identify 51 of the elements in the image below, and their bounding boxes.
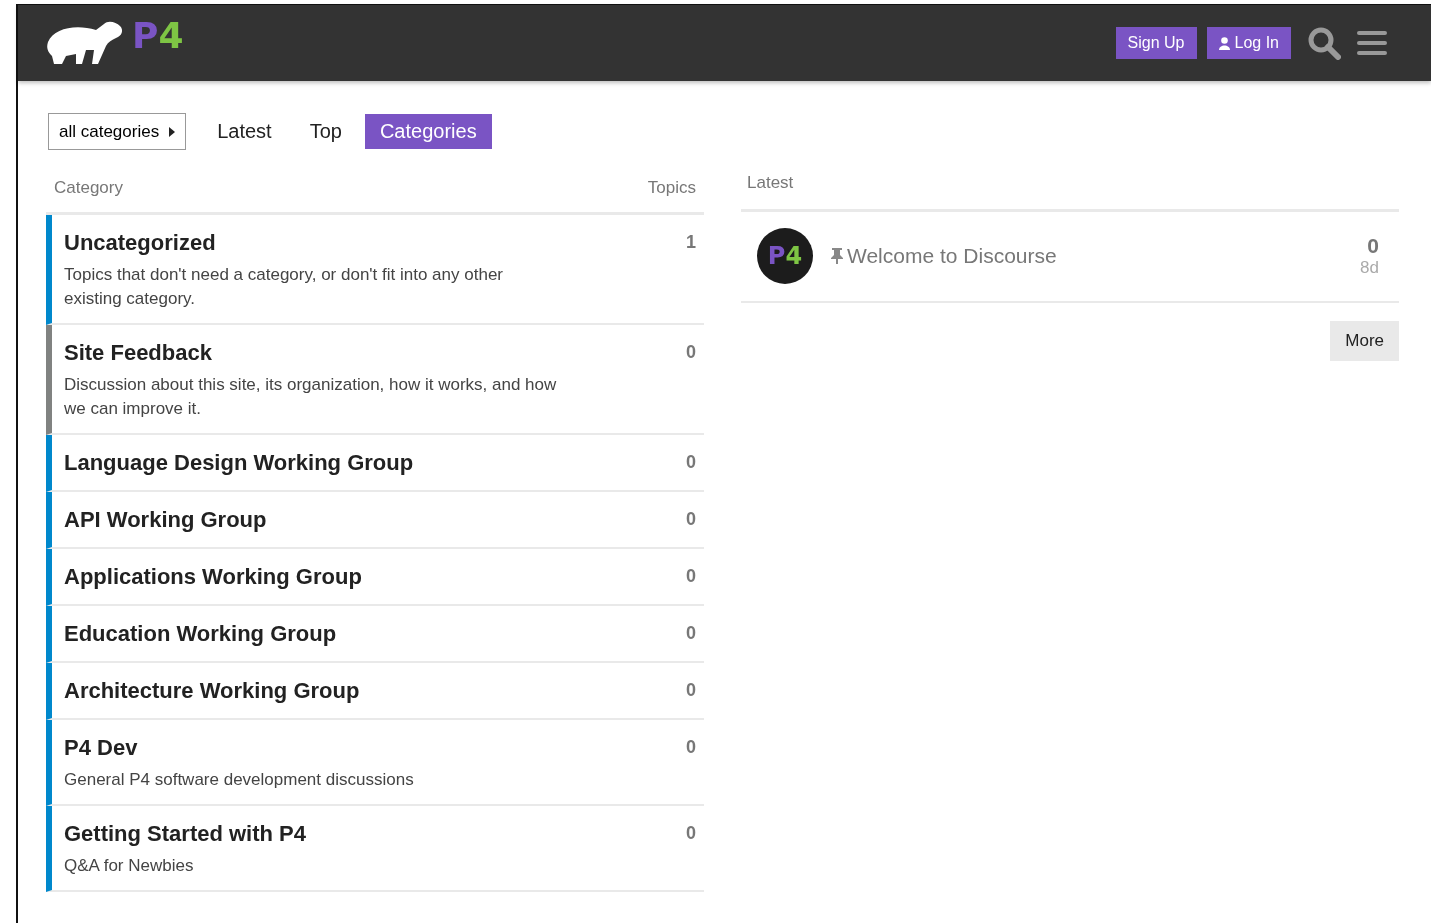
search-icon[interactable] xyxy=(1307,26,1341,60)
topic-count: 0 xyxy=(686,451,696,474)
category-row[interactable]: Architecture Working Group 0 xyxy=(46,663,704,720)
category-description: Q&A for Newbies xyxy=(64,855,195,877)
user-icon xyxy=(1218,36,1230,50)
topic-count: 0 xyxy=(686,341,696,364)
category-name[interactable]: Architecture Working Group xyxy=(64,676,360,705)
category-row[interactable]: Uncategorized Topics that don't need a category, or don't fit into any other existing category. 1 xyxy=(46,215,704,325)
column-header: Latest xyxy=(747,173,794,192)
topic-count: 0 xyxy=(686,679,696,702)
topic-count: 0 xyxy=(686,622,696,645)
column-header: Category xyxy=(54,178,123,198)
category-name[interactable]: Getting Started with P4 xyxy=(64,819,307,848)
category-dropdown[interactable]: all categories xyxy=(48,113,187,150)
sign-up-button[interactable]: Sign Up xyxy=(1115,27,1197,59)
category-description: Topics that don't need a category, or don't fit into any other existing category. xyxy=(64,264,504,310)
topic-count: 0 xyxy=(686,508,696,531)
category-row[interactable]: Language Design Working Group 0 xyxy=(46,435,704,492)
topic-age: 8d xyxy=(1360,258,1379,278)
log-in-button[interactable]: Log In xyxy=(1206,27,1291,59)
category-description: General P4 software development discussions xyxy=(64,769,414,791)
category-name[interactable]: Site Feedback xyxy=(64,338,564,367)
topic-count: 1 xyxy=(686,231,696,254)
caret-icon xyxy=(169,126,176,137)
category-name[interactable]: Applications Working Group xyxy=(64,562,362,591)
category-name[interactable]: P4 Dev xyxy=(64,733,414,762)
category-name[interactable]: Education Working Group xyxy=(64,619,337,648)
column-header: Topics xyxy=(647,178,696,198)
topic-count: 0 xyxy=(686,736,696,759)
menu-icon[interactable] xyxy=(1357,29,1387,57)
category-row[interactable]: Getting Started with P4 Q&A for Newbies 0 xyxy=(46,806,704,892)
category-name[interactable]: API Working Group xyxy=(64,505,267,534)
reply-count: 0 xyxy=(1367,234,1379,258)
bear-icon xyxy=(46,20,124,66)
nav-tab[interactable]: Top xyxy=(294,114,357,149)
category-row[interactable]: Site Feedback Discussion about this site, its organization, how it works, and how we can improve it. 0 xyxy=(46,325,704,435)
category-row[interactable]: Education Working Group 0 xyxy=(46,606,704,663)
logo[interactable]: P4 xyxy=(132,18,184,54)
more-button[interactable]: More xyxy=(1330,321,1399,361)
avatar[interactable]: P4 xyxy=(757,228,813,284)
category-name[interactable]: Language Design Working Group xyxy=(64,448,414,477)
category-name[interactable]: Uncategorized xyxy=(64,228,564,257)
topic-count: 0 xyxy=(686,565,696,588)
category-description: Discussion about this site, its organization, how it works, and how we can improve it. xyxy=(64,374,558,420)
category-row[interactable]: API Working Group 0 xyxy=(46,492,704,549)
topic-title[interactable]: Welcome to Discourse xyxy=(831,244,1343,268)
category-row[interactable]: Applications Working Group 0 xyxy=(46,549,704,606)
category-row[interactable]: P4 Dev General P4 software development discussions 0 xyxy=(46,720,704,806)
topic-count: 0 xyxy=(686,822,696,845)
nav-tab[interactable]: Latest xyxy=(202,114,287,149)
nav-tab[interactable]: Categories xyxy=(364,114,492,149)
